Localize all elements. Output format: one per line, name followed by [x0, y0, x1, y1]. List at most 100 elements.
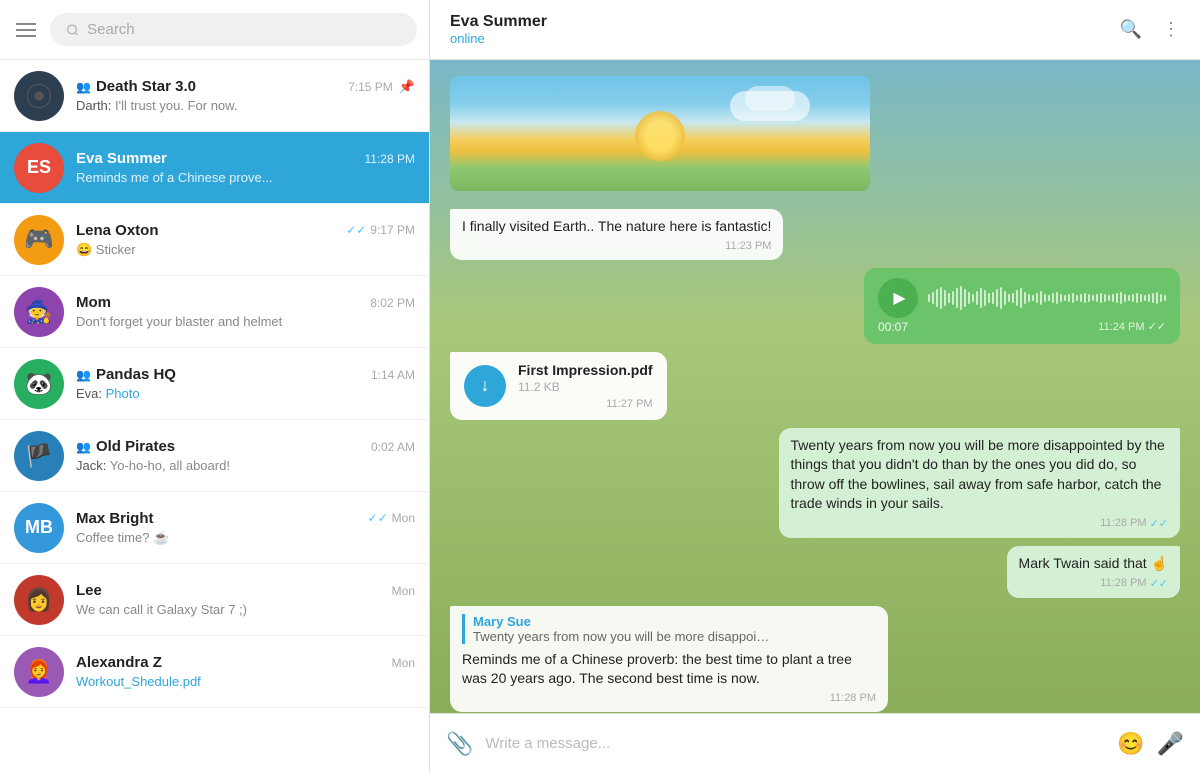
- contact-status: online: [450, 31, 547, 46]
- chat-time-old-pirates: 0:02 AM: [371, 440, 415, 454]
- avatar-pandas-hq: 🐼: [14, 359, 64, 409]
- chat-time-pandas-hq: 1:14 AM: [371, 368, 415, 382]
- left-panel: 👥 Death Star 3.0 7:15 PM 📌 Darth: I'll t…: [0, 0, 430, 773]
- message-row-1: I finally visited Earth.. The nature her…: [450, 209, 1180, 260]
- chat-item-lena-oxton[interactable]: 🎮 Lena Oxton ✓✓ 9:17 PM 😄 Sticker: [0, 204, 429, 276]
- chat-item-pandas-hq[interactable]: 🐼 👥 Pandas HQ 1:14 AM Eva: Photo: [0, 348, 429, 420]
- chat-content-lena-oxton: Lena Oxton ✓✓ 9:17 PM 😄 Sticker: [76, 222, 415, 258]
- search-input[interactable]: [87, 21, 401, 38]
- mic-icon[interactable]: 🎤: [1157, 731, 1184, 757]
- message-row-4: Twenty years from now you will be more d…: [450, 428, 1180, 538]
- avatar-max-bright: MB: [14, 503, 64, 553]
- chat-preview-death-star: Darth: I'll trust you. For now.: [76, 98, 415, 113]
- chat-name-old-pirates: 👥 Old Pirates: [76, 438, 175, 455]
- file-timestamp: 11:27 PM: [518, 398, 653, 410]
- avatar-lee: 👩: [14, 575, 64, 625]
- message-bubble-6: Mary Sue Twenty years from now you will …: [450, 606, 888, 712]
- chat-content-lee: Lee Mon We can call it Galaxy Star 7 ;): [76, 582, 415, 617]
- avatar-death-star: [14, 71, 64, 121]
- chat-preview-pandas-hq: Eva: Photo: [76, 386, 415, 401]
- chat-header-actions: 🔍 ⋮: [1120, 19, 1180, 40]
- shared-photo: [450, 76, 870, 191]
- chat-preview-eva-summer: Reminds me of a Chinese prove...: [76, 170, 415, 185]
- avatar-alexandra-z: 👩‍🦰: [14, 647, 64, 697]
- chat-content-alexandra-z: Alexandra Z Mon Workout_Shedule.pdf: [76, 654, 415, 689]
- quote-text: Twenty years from now you will be more d…: [473, 629, 773, 644]
- message-time-5: 11:28 PM ✓✓: [1019, 577, 1168, 590]
- waveform: [928, 283, 1166, 313]
- avatar-old-pirates: 🏴: [14, 431, 64, 481]
- chat-name-max-bright: Max Bright: [76, 510, 154, 527]
- menu-button[interactable]: [12, 19, 40, 41]
- message-input[interactable]: [485, 735, 1105, 752]
- chat-header-bar: Eva Summer online 🔍 ⋮: [430, 0, 1200, 60]
- play-icon: ▶: [893, 288, 905, 308]
- chat-content-death-star: 👥 Death Star 3.0 7:15 PM 📌 Darth: I'll t…: [76, 78, 415, 113]
- chat-content-max-bright: Max Bright ✓✓ Mon Coffee time? ☕: [76, 510, 415, 546]
- avatar-lena-oxton: 🎮: [14, 215, 64, 265]
- chat-item-mom[interactable]: 🧙 Mom 8:02 PM Don't forget your blaster …: [0, 276, 429, 348]
- more-options-icon[interactable]: ⋮: [1162, 19, 1180, 40]
- chat-header-info: Eva Summer online: [450, 13, 547, 46]
- chat-time-alexandra-z: Mon: [392, 656, 415, 670]
- chat-time-max-bright: Mon: [392, 511, 415, 525]
- chat-item-death-star[interactable]: 👥 Death Star 3.0 7:15 PM 📌 Darth: I'll t…: [0, 60, 429, 132]
- quote-section: Mary Sue Twenty years from now you will …: [462, 614, 876, 644]
- top-bar: [0, 0, 429, 60]
- file-message-bubble: ↓ First Impression.pdf 11.2 KB 11:27 PM: [450, 352, 667, 420]
- chat-item-lee[interactable]: 👩 Lee Mon We can call it Galaxy Star 7 ;…: [0, 564, 429, 636]
- contact-name: Eva Summer: [450, 13, 547, 31]
- message-text-5: Mark Twain said that ☝: [1019, 554, 1168, 574]
- download-button[interactable]: ↓: [464, 365, 506, 407]
- file-name: First Impression.pdf: [518, 362, 653, 378]
- chat-name-mom: Mom: [76, 294, 111, 311]
- chat-time-death-star: 7:15 PM: [348, 80, 393, 94]
- file-size: 11.2 KB: [518, 380, 653, 394]
- message-row-3: ↓ First Impression.pdf 11.2 KB 11:27 PM: [450, 352, 1180, 420]
- chat-name-pandas-hq: 👥 Pandas HQ: [76, 366, 176, 383]
- chat-item-old-pirates[interactable]: 🏴 👥 Old Pirates 0:02 AM Jack: Yo-ho-ho, …: [0, 420, 429, 492]
- messages-content: I finally visited Earth.. The nature her…: [450, 209, 1180, 712]
- play-button[interactable]: ▶: [878, 278, 918, 318]
- download-icon: ↓: [481, 375, 490, 396]
- message-time-1: 11:23 PM: [462, 240, 771, 252]
- messages-area: I finally visited Earth.. The nature her…: [430, 60, 1200, 713]
- message-text-6: Reminds me of a Chinese proverb: the bes…: [462, 650, 876, 689]
- chat-item-eva-summer[interactable]: ES Eva Summer 11:28 PM Reminds me of a C…: [0, 132, 429, 204]
- message-row-6: Mary Sue Twenty years from now you will …: [450, 606, 1180, 712]
- chat-list: 👥 Death Star 3.0 7:15 PM 📌 Darth: I'll t…: [0, 60, 429, 773]
- search-icon: [66, 23, 79, 37]
- chat-preview-max-bright: Coffee time? ☕: [76, 530, 415, 546]
- chat-preview-alexandra-z: Workout_Shedule.pdf: [76, 674, 415, 689]
- quote-author: Mary Sue: [473, 614, 876, 629]
- pin-icon: 📌: [399, 79, 415, 95]
- chat-name-lee: Lee: [76, 582, 102, 599]
- chat-name-eva-summer: Eva Summer: [76, 150, 167, 167]
- chat-item-max-bright[interactable]: MB Max Bright ✓✓ Mon Coffee time? ☕: [0, 492, 429, 564]
- chat-preview-mom: Don't forget your blaster and helmet: [76, 314, 415, 329]
- chat-time-lena-oxton: 9:17 PM: [370, 223, 415, 237]
- chat-name-lena-oxton: Lena Oxton: [76, 222, 159, 239]
- chat-time-lee: Mon: [392, 584, 415, 598]
- chat-preview-lena-oxton: 😄 Sticker: [76, 242, 415, 258]
- message-time-6: 11:28 PM: [462, 692, 876, 704]
- chat-preview-lee: We can call it Galaxy Star 7 ;): [76, 602, 415, 617]
- message-text-4: Twenty years from now you will be more d…: [791, 436, 1169, 514]
- chat-preview-old-pirates: Jack: Yo-ho-ho, all aboard!: [76, 458, 415, 473]
- message-row-5: Mark Twain said that ☝ 11:28 PM ✓✓: [450, 546, 1180, 598]
- chat-time-mom: 8:02 PM: [370, 296, 415, 310]
- emoji-icon[interactable]: 😊: [1117, 731, 1144, 757]
- voice-duration: 00:07: [878, 320, 908, 334]
- chat-item-alexandra-z[interactable]: 👩‍🦰 Alexandra Z Mon Workout_Shedule.pdf: [0, 636, 429, 708]
- message-bubble-1: I finally visited Earth.. The nature her…: [450, 209, 783, 260]
- attach-icon[interactable]: 📎: [446, 731, 473, 757]
- message-bubble-5: Mark Twain said that ☝ 11:28 PM ✓✓: [1007, 546, 1180, 598]
- chat-time-eva-summer: 11:28 PM: [365, 152, 415, 166]
- chat-content-old-pirates: 👥 Old Pirates 0:02 AM Jack: Yo-ho-ho, al…: [76, 438, 415, 473]
- search-chat-icon[interactable]: 🔍: [1120, 19, 1142, 40]
- chat-name-alexandra-z: Alexandra Z: [76, 654, 162, 671]
- message-bubble-4: Twenty years from now you will be more d…: [779, 428, 1181, 538]
- search-box: [50, 13, 417, 46]
- voice-timestamp: 11:24 PM ✓✓: [1098, 320, 1166, 333]
- chat-content-eva-summer: Eva Summer 11:28 PM Reminds me of a Chin…: [76, 150, 415, 185]
